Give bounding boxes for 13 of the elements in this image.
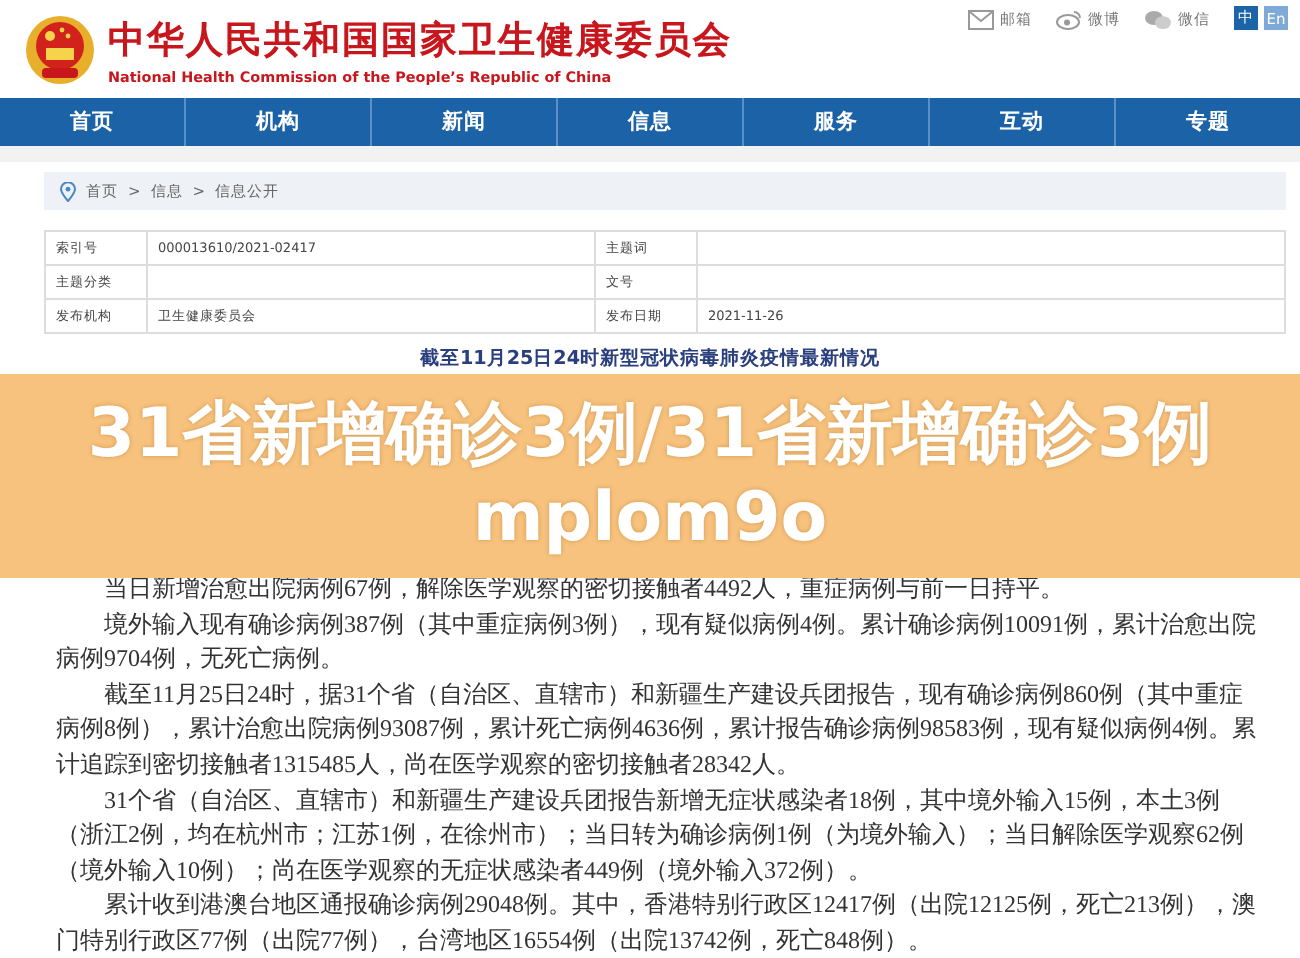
eye-icon	[1056, 10, 1082, 30]
site-title: 中华人民共和国国家卫生健康委员会	[108, 17, 732, 63]
nav-item[interactable]: 首页	[0, 98, 184, 146]
overlay-banner: 31省新增确诊3例/31省新增确诊3例 mplom9o	[0, 374, 1300, 578]
mail-icon	[968, 10, 994, 30]
article-paragraph: 截至11月25日24时，据31个省（自治区、直辖市）和新疆生产建设兵团报告，现有确诊病例860例（其中重症病例8例），累计治愈出院病例93087例，累计死亡病例4636例，累计报告确诊病例98583例，现有疑似病例4例。累计追踪到密切接触者1315485人，尚在医学观察的密切接触者28342人。	[56, 677, 1258, 782]
article-paragraph: 31个省（自治区、直辖市）和新疆生产建设兵团报告新增无症状感染者18例，其中境外输入15例，本土3例（浙江2例，均在杭州市；江苏1例，在徐州市）；当日转为确诊病例1例（为境外输入）；当日解除医学观察62例（境外输入10例）；尚在医学观察的无症状感染者449例（境外输入372例）。	[56, 783, 1246, 888]
article-paragraph: 累计收到港澳台地区通报确诊病例29048例。其中，香港特别行政区12417例（出院12125例，死亡213例），澳门特别行政区77例（出院77例），台湾地区16554例（出院13742例，死亡848例）。	[56, 888, 1258, 958]
article-paragraph: 境外输入现有确诊病例387例（其中重症病例3例），现有疑似病例4例。累计确诊病例10091例，累计治愈出院病例9704例，无死亡病例。	[56, 607, 1258, 677]
emblem-icon	[24, 13, 96, 85]
chat-bubbles-icon	[1144, 10, 1172, 30]
location-pin-icon	[60, 181, 76, 201]
article-title: 截至11月25日24时新型冠状病毒肺炎疫情最新情况	[417, 346, 883, 374]
